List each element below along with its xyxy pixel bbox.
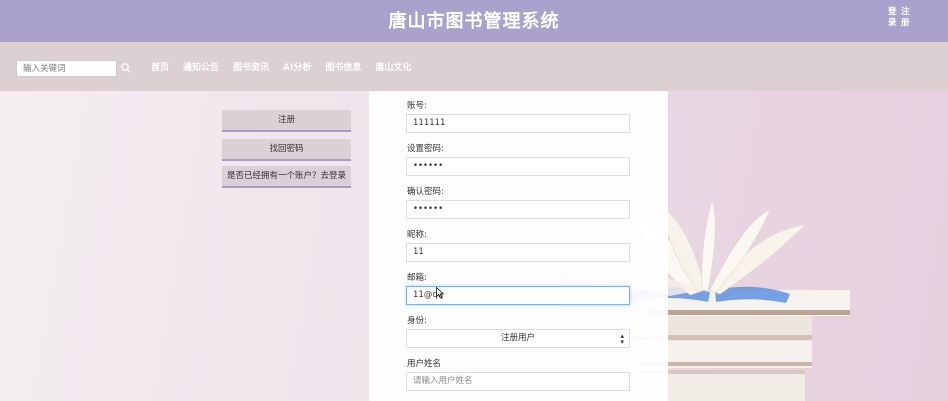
nickname-label: 昵称: — [407, 230, 427, 240]
forgot-password-button[interactable]: 找回密码 — [222, 139, 351, 161]
nickname-input[interactable]: 11 — [406, 243, 630, 262]
password-label: 设置密码: — [407, 144, 444, 154]
search-input[interactable] — [16, 60, 117, 77]
nav-item-home[interactable]: 首页 — [151, 60, 169, 73]
search-icon[interactable] — [120, 62, 132, 74]
real-name-input[interactable]: 请输入用户姓名 — [406, 372, 630, 391]
register-link-char-1[interactable]: 注 — [901, 7, 914, 18]
login-link-char-1[interactable]: 登 — [888, 7, 901, 18]
role-select-value: 注册用户 — [500, 333, 535, 343]
registration-form: 账号: 111111 设置密码: •••••• 确认密码: •••••• 昵称:… — [369, 91, 668, 401]
nav-menu: 首页 通知公告 图书资讯 AI分析 图书信息 唐山文化 — [151, 60, 425, 73]
nav-item-notices[interactable]: 通知公告 — [183, 60, 219, 73]
nav-item-tangshan-culture[interactable]: 唐山文化 — [375, 60, 411, 73]
register-link-char-2[interactable]: 册 — [901, 18, 914, 29]
nav-item-book-info[interactable]: 图书信息 — [325, 60, 361, 73]
mouse-cursor-icon — [436, 287, 444, 299]
nav-item-ai-analysis[interactable]: AI分析 — [283, 60, 311, 73]
header: 唐山市图书管理系统 登 注 录 册 — [0, 0, 948, 42]
nav-item-book-news[interactable]: 图书资讯 — [233, 60, 269, 73]
auth-links: 登 注 录 册 — [888, 7, 914, 29]
account-input[interactable]: 111111 — [406, 114, 630, 133]
confirm-password-label: 确认密码: — [407, 187, 444, 197]
real-name-label: 用户姓名 — [407, 359, 442, 369]
role-label: 身份: — [407, 316, 427, 326]
nav-bar: 首页 通知公告 图书资讯 AI分析 图书信息 唐山文化 — [0, 42, 948, 91]
password-input[interactable]: •••••• — [406, 157, 630, 176]
login-link-char-2[interactable]: 录 — [888, 18, 901, 29]
select-arrows-icon: ▴ ▾ — [620, 332, 624, 346]
role-select[interactable]: 注册用户 ▴ ▾ — [406, 329, 630, 348]
go-to-login-button[interactable]: 是否已经拥有一个账户？去登录 — [222, 166, 351, 188]
site-title: 唐山市图书管理系统 — [388, 11, 560, 32]
email-label: 邮箱: — [407, 273, 427, 283]
confirm-password-input[interactable]: •••••• — [406, 200, 630, 219]
register-button[interactable]: 注册 — [222, 110, 351, 132]
account-label: 账号: — [407, 101, 427, 111]
